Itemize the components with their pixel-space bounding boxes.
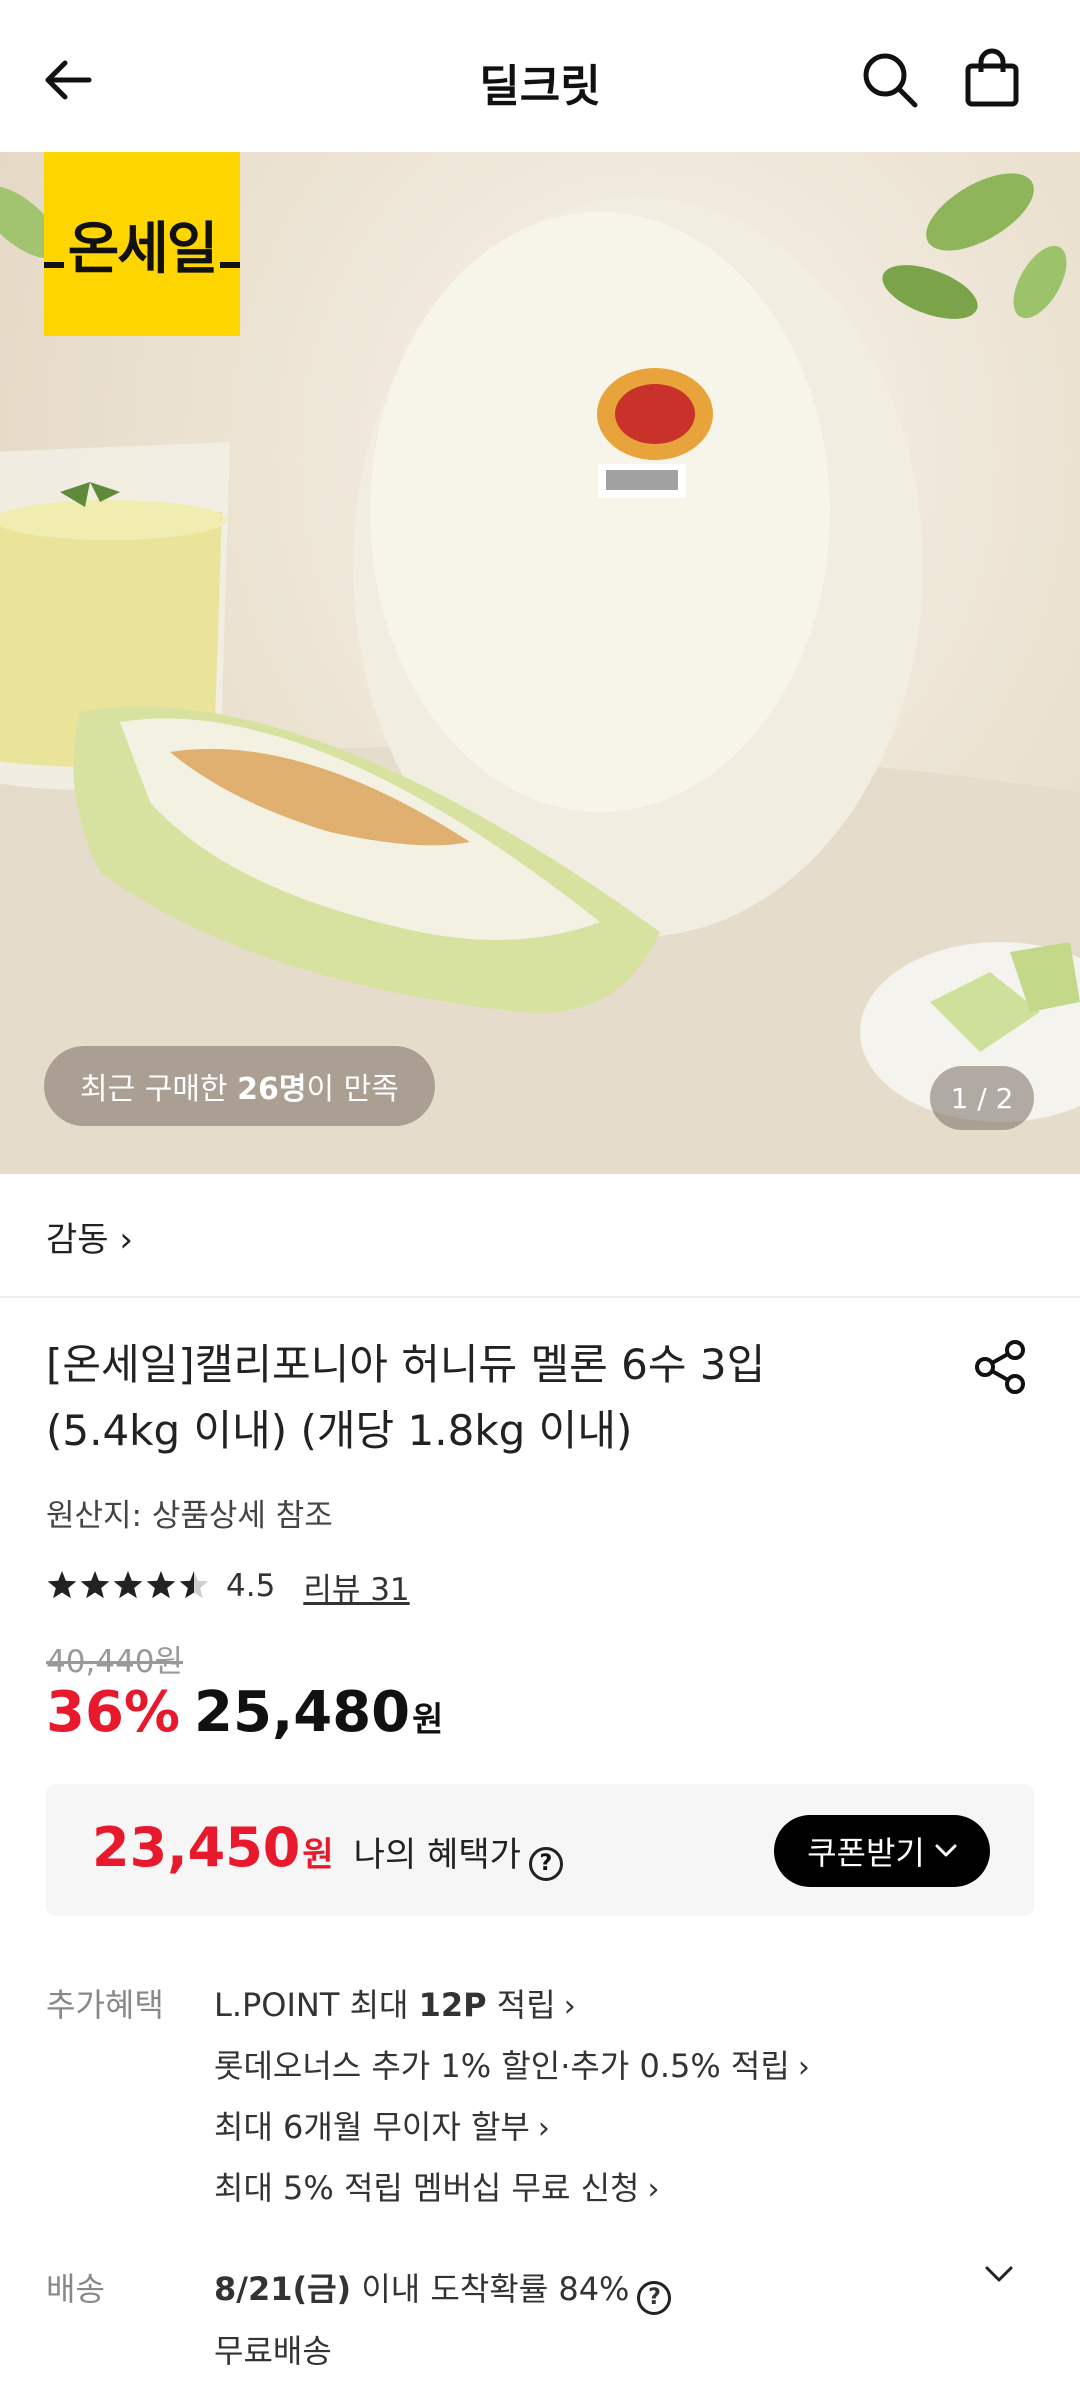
discount-rate: 36% bbox=[46, 1680, 181, 1745]
product-title-line2: (5.4kg 이내) (개당 1.8kg 이내) bbox=[46, 1406, 633, 1455]
star-filled bbox=[146, 1571, 176, 1599]
product-title: [온세일]캘리포니아 허니듀 멜론 6수 3입 (5.4kg 이내) (개당 1… bbox=[46, 1332, 946, 1464]
divider bbox=[0, 1296, 1080, 1298]
star-filled bbox=[113, 1571, 143, 1599]
share-icon bbox=[975, 1340, 1025, 1394]
sale-price: 25,480 bbox=[194, 1680, 411, 1745]
origin-info: 원산지: 상품상세 참조 bbox=[46, 1498, 333, 1534]
chevron-right-icon: › bbox=[563, 1989, 576, 2024]
benefit-price-value: 23,450 bbox=[92, 1816, 301, 1879]
badge-text: 온세일 bbox=[63, 203, 221, 285]
review-link[interactable]: 리뷰 31 bbox=[303, 1564, 409, 1609]
share-button[interactable] bbox=[968, 1334, 1034, 1400]
lotte-owners-text: 롯데오너스 추가 1% 할인·추가 0.5% 적립 bbox=[214, 2047, 790, 2085]
installment-benefit[interactable]: 최대 6개월 무이자 할부 › bbox=[214, 2102, 550, 2148]
on-sale-badge: 온세일 bbox=[44, 152, 240, 336]
installment-text: 최대 6개월 무이자 할부 bbox=[214, 2108, 530, 2146]
original-price: 40,440원 bbox=[46, 1644, 183, 1680]
chevron-right-icon: › bbox=[537, 2111, 550, 2146]
chevron-down-icon bbox=[985, 2266, 1013, 2282]
satisfaction-suffix: 이 만족 bbox=[306, 1072, 399, 1107]
lpoint-suffix: 적립 bbox=[486, 1986, 556, 2024]
chevron-down-icon bbox=[935, 1844, 957, 1857]
delivery-expand[interactable] bbox=[984, 2264, 1014, 2288]
membership-benefit[interactable]: 최대 5% 적립 멤버십 무료 신청 › bbox=[214, 2163, 659, 2209]
lpoint-points: 12P bbox=[418, 1986, 487, 2024]
delivery-label: 배송 bbox=[46, 2270, 105, 2308]
satisfaction-pill: 최근 구매한 26명 이 만족 bbox=[44, 1046, 435, 1126]
benefit-price-label: 나의 혜택가 bbox=[353, 1835, 521, 1875]
brand-link[interactable]: 감동 › bbox=[46, 1212, 133, 1261]
coupon-button[interactable]: 쿠폰받기 bbox=[774, 1815, 990, 1887]
price-currency: 원 bbox=[412, 1700, 444, 1740]
product-image-carousel[interactable]: 온세일 최근 구매한 26명 이 만족 1 / 2 bbox=[0, 152, 1080, 1174]
delivery-probability: 이내 도착확률 84% bbox=[351, 2270, 630, 2308]
lpoint-text: L.POINT 최대 bbox=[214, 1986, 419, 2024]
star-filled bbox=[80, 1571, 110, 1599]
product-title-line1: [온세일]캘리포니아 허니듀 멜론 6수 3입 bbox=[46, 1340, 766, 1389]
lpoint-benefit[interactable]: L.POINT 최대 12P 적립 › bbox=[214, 1980, 576, 2026]
satisfaction-count: 26명 bbox=[237, 1072, 307, 1107]
benefit-price-box: 23,450 원 나의 혜택가 ? 쿠폰받기 bbox=[46, 1784, 1034, 1916]
question-icon[interactable]: ? bbox=[528, 1846, 563, 1881]
coupon-button-label: 쿠폰받기 bbox=[807, 1834, 925, 1872]
search-icon bbox=[863, 53, 918, 108]
extra-benefits-label: 추가혜택 bbox=[46, 1986, 164, 2024]
price-row: 36% 25,480 원 bbox=[46, 1680, 443, 1745]
benefit-price-currency: 원 bbox=[302, 1835, 334, 1875]
lotte-owners-benefit[interactable]: 롯데오너스 추가 1% 할인·추가 0.5% 적립 › bbox=[214, 2041, 810, 2087]
rating-value: 4.5 bbox=[226, 1568, 276, 1604]
cart-button[interactable] bbox=[952, 38, 1032, 118]
membership-text: 최대 5% 적립 멤버십 무료 신청 bbox=[214, 2169, 640, 2207]
chevron-right-icon: › bbox=[647, 2172, 660, 2207]
delivery-eta: 8/21(금) 이내 도착확률 84%? bbox=[214, 2264, 672, 2315]
benefit-price: 23,450 원 나의 혜택가 ? bbox=[92, 1816, 563, 1881]
rating-row: 4.5 리뷰 31 bbox=[46, 1564, 410, 1608]
search-button[interactable] bbox=[850, 40, 930, 120]
star-filled bbox=[47, 1571, 77, 1599]
star-rating bbox=[47, 1571, 209, 1599]
satisfaction-prefix: 최근 구매한 bbox=[80, 1072, 238, 1107]
delivery-fee: 무료배송 bbox=[214, 2332, 332, 2370]
delivery-date: 8/21(금) bbox=[214, 2270, 352, 2308]
top-app-bar: 딜크릿 bbox=[0, 0, 1080, 152]
page-indicator: 1 / 2 bbox=[930, 1066, 1034, 1130]
chevron-right-icon: › bbox=[797, 2050, 810, 2085]
shopping-bag-icon bbox=[965, 48, 1019, 107]
question-icon[interactable]: ? bbox=[637, 2280, 672, 2315]
